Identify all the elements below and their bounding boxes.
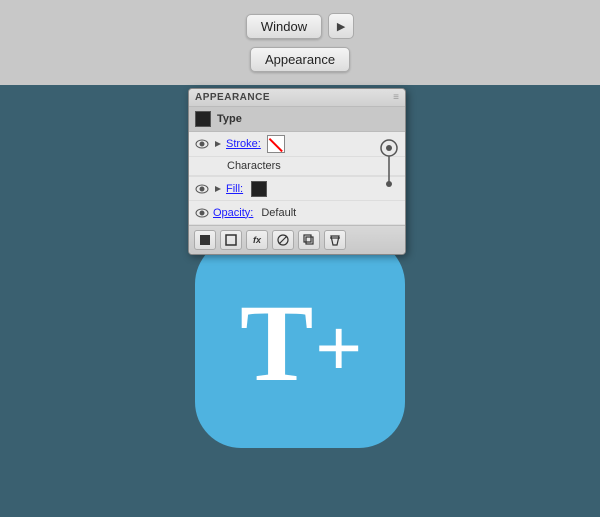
opacity-label[interactable]: Opacity: xyxy=(213,207,253,219)
toolbar-btn-clear[interactable] xyxy=(272,230,294,250)
type-row: Type xyxy=(189,107,405,132)
top-btn-row-2: Appearance xyxy=(250,47,350,72)
top-btn-row-1: Window ▶ xyxy=(246,13,354,39)
top-bar: Window ▶ Appearance xyxy=(0,0,600,85)
stroke-connector-icon xyxy=(377,136,401,188)
toolbar-btn-duplicate[interactable] xyxy=(298,230,320,250)
panel-titlebar[interactable]: APPEARANCE ≡ xyxy=(189,89,405,107)
fill-triangle-icon xyxy=(213,184,223,194)
stroke-swatch[interactable] xyxy=(267,135,285,153)
panel-grip: ≡ xyxy=(393,92,399,103)
stroke-chars-container: Stroke: Characters xyxy=(189,132,405,177)
eye-icon xyxy=(195,139,209,149)
panel-toolbar: fx xyxy=(189,225,405,254)
arrow-button[interactable]: ▶ xyxy=(328,13,354,39)
opacity-value: Default xyxy=(261,207,296,219)
stroke-label[interactable]: Stroke: xyxy=(226,138,261,150)
fill-label[interactable]: Fill: xyxy=(226,183,243,195)
appearance-button[interactable]: Appearance xyxy=(250,47,350,72)
fill-swatch[interactable] xyxy=(251,181,267,197)
characters-label: Characters xyxy=(227,160,281,172)
type-label: Type xyxy=(217,113,242,125)
app-icon: T + xyxy=(195,238,405,448)
toolbar-btn-fx[interactable]: fx xyxy=(246,230,268,250)
opacity-eye-icon xyxy=(195,208,209,218)
toolbar-btn-fill[interactable] xyxy=(194,230,216,250)
t-letter: T xyxy=(240,288,311,398)
panel-title: APPEARANCE xyxy=(195,92,270,103)
fill-row: Fill: xyxy=(189,177,405,201)
characters-row: Characters xyxy=(189,157,405,176)
toolbar-btn-delete[interactable] xyxy=(324,230,346,250)
stroke-row: Stroke: xyxy=(189,132,405,157)
type-swatch xyxy=(195,111,211,127)
plus-letter: + xyxy=(315,308,360,388)
stroke-triangle-icon xyxy=(213,139,223,149)
toolbar-btn-stroke[interactable] xyxy=(220,230,242,250)
appearance-panel: APPEARANCE ≡ Type Stroke: xyxy=(188,88,406,255)
panel-body: Type Stroke: xyxy=(189,107,405,225)
window-button[interactable]: Window xyxy=(246,14,322,39)
app-icon-text: T + xyxy=(240,288,360,398)
fill-eye-icon xyxy=(195,184,209,194)
opacity-row: Opacity: Default xyxy=(189,201,405,225)
